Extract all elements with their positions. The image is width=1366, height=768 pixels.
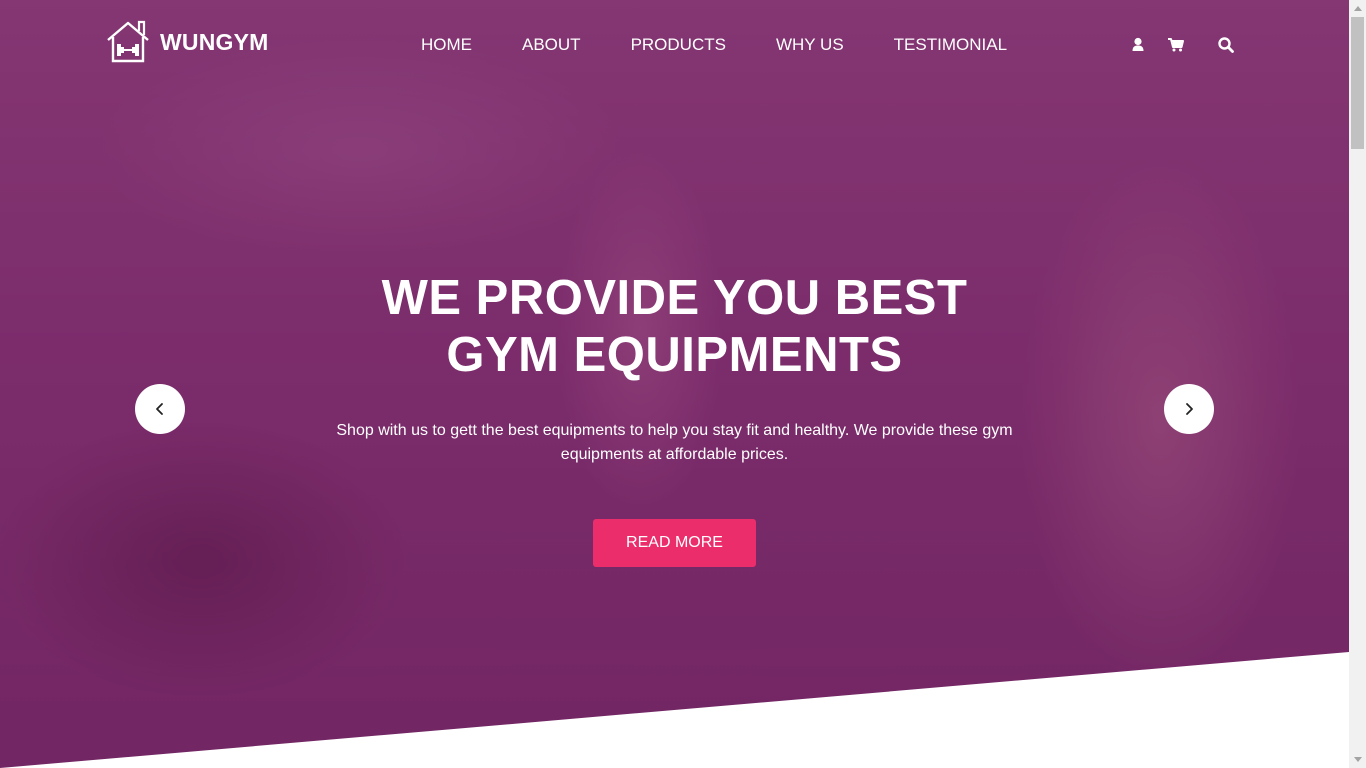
hero-content: WE PROVIDE YOU BEST GYM EQUIPMENTS Shop … [0,270,1349,567]
carousel-next-button[interactable] [1164,384,1214,434]
nav-item-why-us[interactable]: WHY US [751,34,869,56]
hero-title-line-1: WE PROVIDE YOU BEST [381,271,968,325]
chevron-left-icon [156,403,163,415]
main-nav: HOME ABOUT PRODUCTS WHY US TESTIMONIAL [396,34,1032,56]
nav-item-about[interactable]: ABOUT [497,34,606,56]
chevron-right-icon [1186,403,1193,415]
read-more-button[interactable]: READ MORE [593,519,756,567]
navbar: WUNGYM HOME ABOUT PRODUCTS WHY US TESTIM… [0,0,1349,90]
nav-icon-group [1128,35,1236,55]
nav-item-testimonial[interactable]: TESTIMONIAL [869,34,1032,56]
nav-item-products[interactable]: PRODUCTS [606,34,751,56]
hero-description: Shop with us to gett the best equipments… [336,422,1013,463]
carousel-prev-button[interactable] [135,384,185,434]
scroll-down-arrow[interactable] [1349,751,1366,768]
hero-title: WE PROVIDE YOU BEST GYM EQUIPMENTS [0,270,1349,384]
cart-icon[interactable] [1166,35,1186,55]
arrow-down-icon [1353,757,1362,762]
brand-logo[interactable]: WUNGYM [105,20,269,64]
search-icon[interactable] [1216,35,1236,55]
hero-section: WUNGYM HOME ABOUT PRODUCTS WHY US TESTIM… [0,0,1349,768]
house-dumbbell-icon [107,20,149,63]
arrow-up-icon [1353,6,1362,11]
scroll-up-arrow[interactable] [1349,0,1366,17]
nav-item-home[interactable]: HOME [396,34,497,56]
user-icon[interactable] [1128,35,1148,55]
hero-title-line-2: GYM EQUIPMENTS [446,328,903,382]
brand-name: WUNGYM [160,28,269,55]
scrollbar-thumb[interactable] [1351,17,1364,149]
page-scrollbar[interactable] [1349,0,1366,768]
